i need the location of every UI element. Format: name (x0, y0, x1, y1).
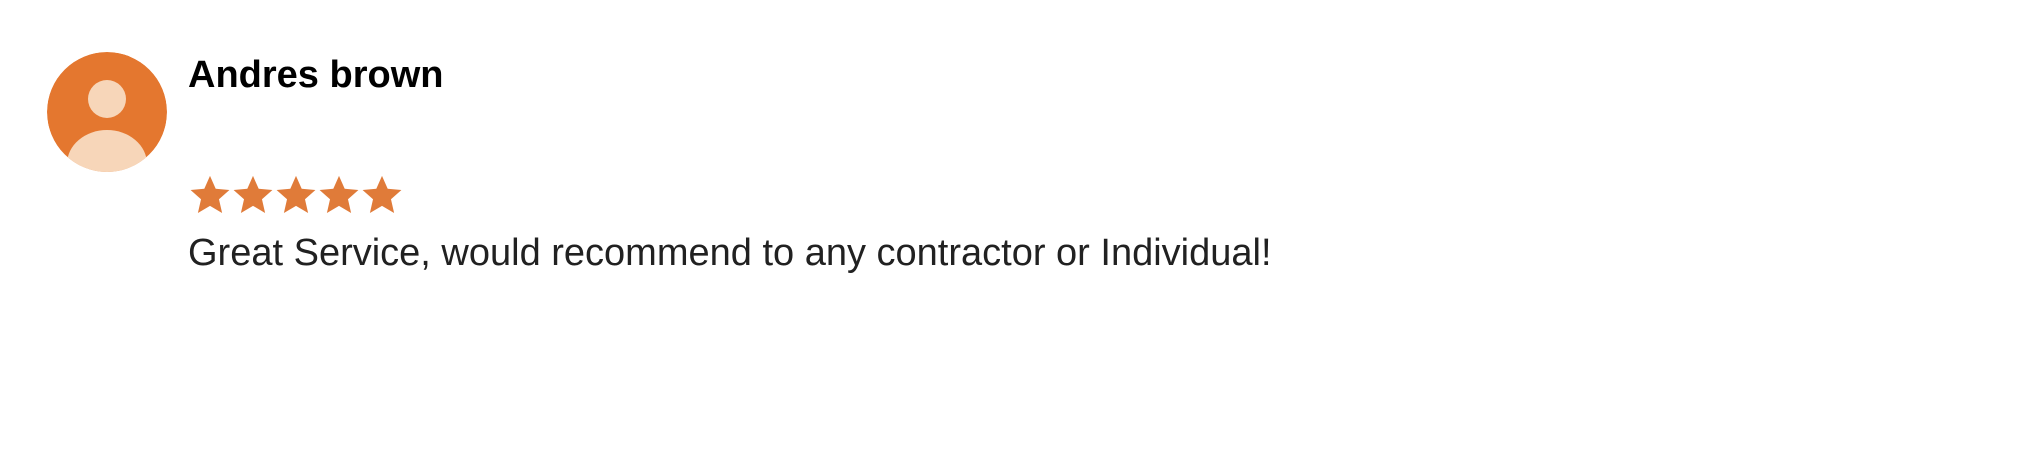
reviewer-name: Andres brown (188, 54, 444, 96)
star-icon (276, 175, 316, 213)
star-icon (319, 175, 359, 213)
star-icon (190, 175, 230, 213)
star-rating (188, 173, 403, 217)
review-card: Andres brown Great Service, would recomm… (47, 52, 2007, 352)
default-user-icon (47, 52, 167, 172)
review-text: Great Service, would recommend to any co… (188, 232, 1272, 274)
avatar (47, 52, 167, 172)
star-icon (233, 175, 273, 213)
star-icon (362, 175, 402, 213)
